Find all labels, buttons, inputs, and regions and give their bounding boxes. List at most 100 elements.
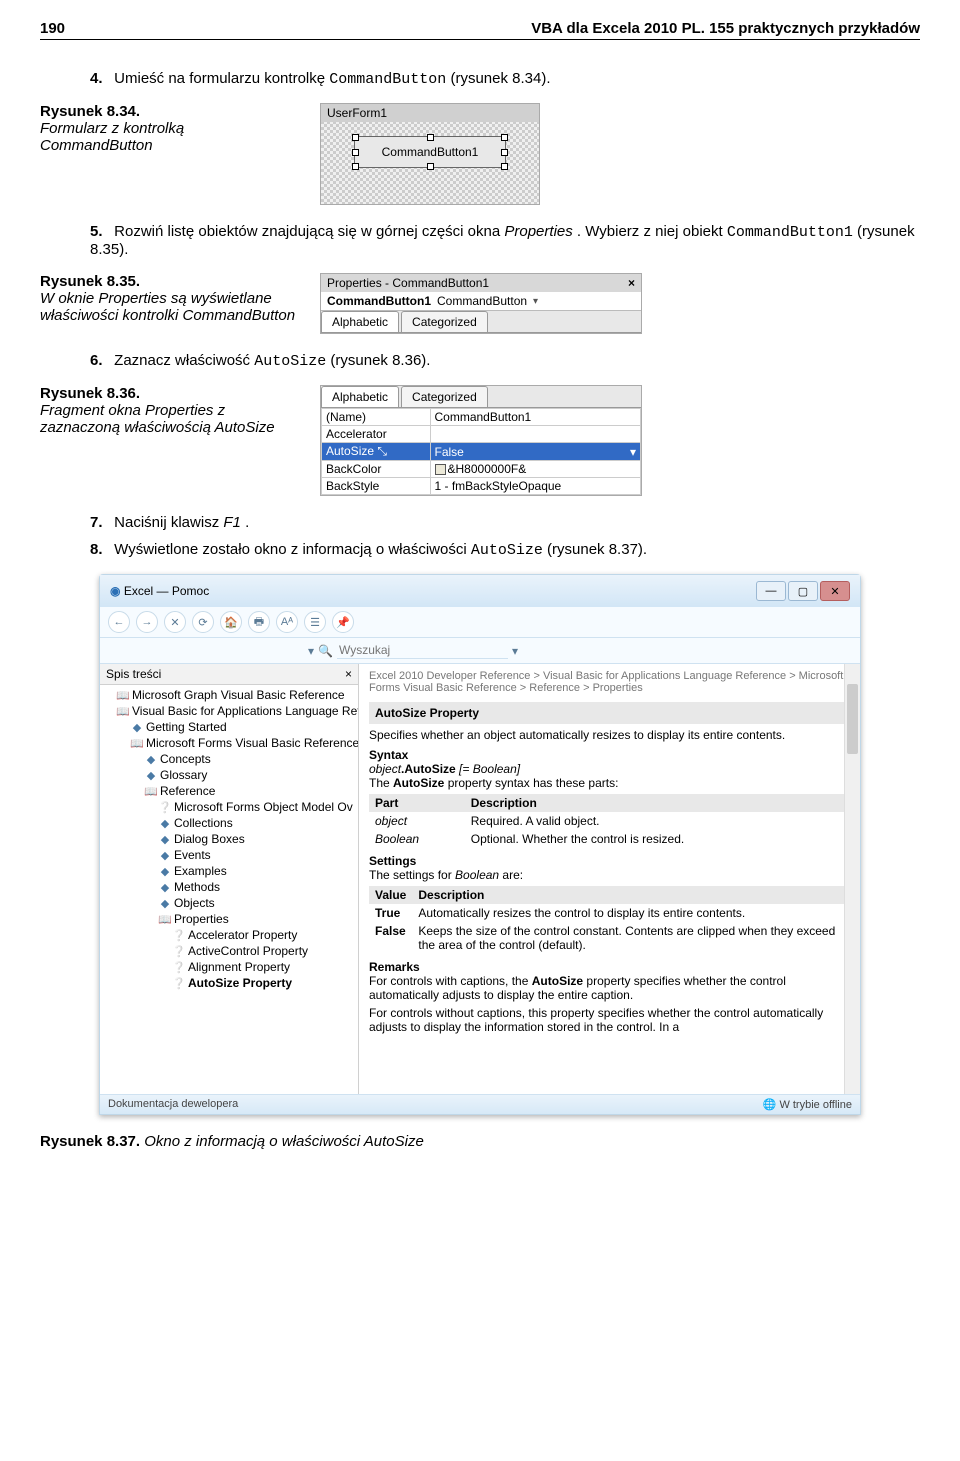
search-dropdown-icon[interactable]: ▾ — [512, 644, 518, 658]
help-toolbar: ← → ✕ ⟳ 🏠 🖶 Aᴬ ☰ 📌 — [100, 607, 860, 638]
toc-item-label: Methods — [174, 880, 220, 894]
property-row[interactable]: AutoSize ⤡False▾ — [322, 443, 641, 461]
toc-item[interactable]: ❔ActiveControl Property — [116, 943, 356, 959]
property-value[interactable]: CommandButton1 — [430, 409, 641, 426]
toc-item[interactable]: 📖Properties — [116, 911, 356, 927]
help-breadcrumb: Excel 2010 Developer Reference > Visual … — [369, 670, 850, 694]
resize-handle[interactable] — [352, 134, 359, 141]
home-icon[interactable]: 🏠 — [220, 611, 242, 633]
back-icon[interactable]: ← — [108, 611, 130, 633]
toc-item-label: Microsoft Forms Object Model Ov — [174, 800, 353, 814]
toc-item[interactable]: ◆Concepts — [116, 751, 356, 767]
step-8: 8. Wyświetlone zostało okno z informacją… — [90, 541, 920, 559]
toc-item[interactable]: ◆Events — [116, 847, 356, 863]
q-icon: ❔ — [172, 929, 186, 942]
toc-item[interactable]: ◆Methods — [116, 879, 356, 895]
dropdown-icon[interactable]: ▾ — [308, 644, 314, 658]
toc-tree[interactable]: 📖Microsoft Graph Visual Basic Reference📖… — [100, 685, 358, 1094]
toc-item[interactable]: 📖Reference — [116, 783, 356, 799]
resize-handle[interactable] — [501, 163, 508, 170]
font-icon[interactable]: Aᴬ — [276, 611, 298, 633]
remarks-label: Remarks — [369, 960, 850, 974]
toc-item[interactable]: ◆Examples — [116, 863, 356, 879]
syntax-line: object.AutoSize [= Boolean] — [369, 762, 850, 776]
toc-item-label: Events — [174, 848, 211, 862]
property-row[interactable]: BackColor&H8000000F& — [322, 461, 641, 478]
minimize-button[interactable]: — — [756, 581, 786, 601]
settings-intro: The settings for Boolean are: — [369, 868, 850, 882]
help-content[interactable]: Excel 2010 Developer Reference > Visual … — [359, 664, 860, 1094]
property-value[interactable] — [430, 426, 641, 443]
tab-alphabetic[interactable]: Alphabetic — [321, 311, 399, 332]
toc-item-label: Objects — [174, 896, 215, 910]
book-icon: 📖 — [130, 737, 144, 750]
tab-categorized[interactable]: Categorized — [401, 311, 488, 332]
close-button[interactable]: ✕ — [820, 581, 850, 601]
object-selector[interactable]: CommandButton1 CommandButton ▾ — [321, 292, 641, 311]
refresh-icon[interactable]: ⟳ — [192, 611, 214, 633]
figure-835-desc: W oknie Properties są wyświetlane właści… — [40, 290, 300, 324]
tab-alphabetic[interactable]: Alphabetic — [321, 386, 399, 407]
figure-837-caption: Rysunek 8.37. Okno z informacją o właści… — [40, 1133, 920, 1150]
toc-item[interactable]: ◆Glossary — [116, 767, 356, 783]
toc-item[interactable]: ❔Alignment Property — [116, 959, 356, 975]
property-row[interactable]: BackStyle1 - fmBackStyleOpaque — [322, 478, 641, 495]
toc-toggle-icon[interactable]: ☰ — [304, 611, 326, 633]
property-value[interactable]: False▾ — [430, 443, 641, 461]
maximize-button[interactable]: ▢ — [788, 581, 818, 601]
toc-item[interactable]: ◆Dialog Boxes — [116, 831, 356, 847]
scrollbar[interactable] — [844, 664, 860, 1094]
resize-handle[interactable] — [501, 134, 508, 141]
status-left: Dokumentacja dewelopera — [108, 1098, 238, 1111]
figure-836-title: Rysunek 8.36. — [40, 385, 300, 402]
help-icon: ◉ — [110, 584, 120, 598]
help-titlebar: ◉ Excel — Pomoc — ▢ ✕ — [100, 575, 860, 607]
toc-item-label: Dialog Boxes — [174, 832, 245, 846]
page-header: 190 VBA dla Excela 2010 PL. 155 praktycz… — [40, 20, 920, 40]
settings-label: Settings — [369, 854, 850, 868]
toc-item[interactable]: ❔AutoSize Property — [116, 975, 356, 991]
tab-categorized[interactable]: Categorized — [401, 386, 488, 407]
pin-icon[interactable]: 📌 — [332, 611, 354, 633]
forward-icon[interactable]: → — [136, 611, 158, 633]
resize-handle[interactable] — [427, 134, 434, 141]
property-name: BackColor — [322, 461, 431, 478]
step-6: 6. Zaznacz właściwość AutoSize (rysunek … — [90, 352, 920, 370]
step-5: 5. Rozwiń listę obiektów znajdującą się … — [90, 223, 920, 258]
resize-handle[interactable] — [352, 149, 359, 156]
toc-item[interactable]: ❔Accelerator Property — [116, 927, 356, 943]
cursor-icon: ⤡ — [374, 444, 387, 458]
toc-item[interactable]: 📖Microsoft Forms Visual Basic Reference — [116, 735, 356, 751]
toc-item[interactable]: ◆Collections — [116, 815, 356, 831]
scroll-thumb[interactable] — [847, 684, 858, 754]
toc-item[interactable]: ◆Getting Started — [116, 719, 356, 735]
close-icon[interactable]: × — [628, 276, 635, 290]
toc-item[interactable]: ❔Microsoft Forms Object Model Ov — [116, 799, 356, 815]
toc-item[interactable]: ◆Objects — [116, 895, 356, 911]
step-7: 7. Naciśnij klawisz F1 . — [90, 514, 920, 531]
property-value[interactable]: 1 - fmBackStyleOpaque — [430, 478, 641, 495]
search-input[interactable] — [337, 642, 508, 659]
property-row[interactable]: Accelerator — [322, 426, 641, 443]
status-right: W trybie offline — [779, 1099, 852, 1111]
toc-item-label: AutoSize Property — [188, 976, 292, 990]
resize-handle[interactable] — [427, 163, 434, 170]
print-icon[interactable]: 🖶 — [248, 611, 270, 633]
page-icon: ◆ — [158, 897, 172, 910]
property-value[interactable]: &H8000000F& — [430, 461, 641, 478]
property-row[interactable]: (Name)CommandButton1 — [322, 409, 641, 426]
toc-item[interactable]: 📖Visual Basic for Applications Language … — [116, 703, 356, 719]
autosize-property-title: AutoSize Property — [369, 702, 850, 724]
property-name: Accelerator — [322, 426, 431, 443]
stop-icon[interactable]: ✕ — [164, 611, 186, 633]
close-toc-icon[interactable]: × — [345, 667, 352, 681]
resize-handle[interactable] — [501, 149, 508, 156]
page-icon: ◆ — [144, 769, 158, 782]
figure-834-desc: Formularz z kontrolką CommandButton — [40, 120, 300, 154]
help-statusbar: Dokumentacja dewelopera 🌐 W trybie offli… — [100, 1094, 860, 1114]
properties-window: Properties - CommandButton1 × CommandBut… — [320, 273, 642, 334]
command-button[interactable]: CommandButton1 — [354, 136, 506, 168]
toc-item[interactable]: 📖Microsoft Graph Visual Basic Reference — [116, 687, 356, 703]
resize-handle[interactable] — [352, 163, 359, 170]
chevron-down-icon: ▾ — [630, 445, 636, 459]
